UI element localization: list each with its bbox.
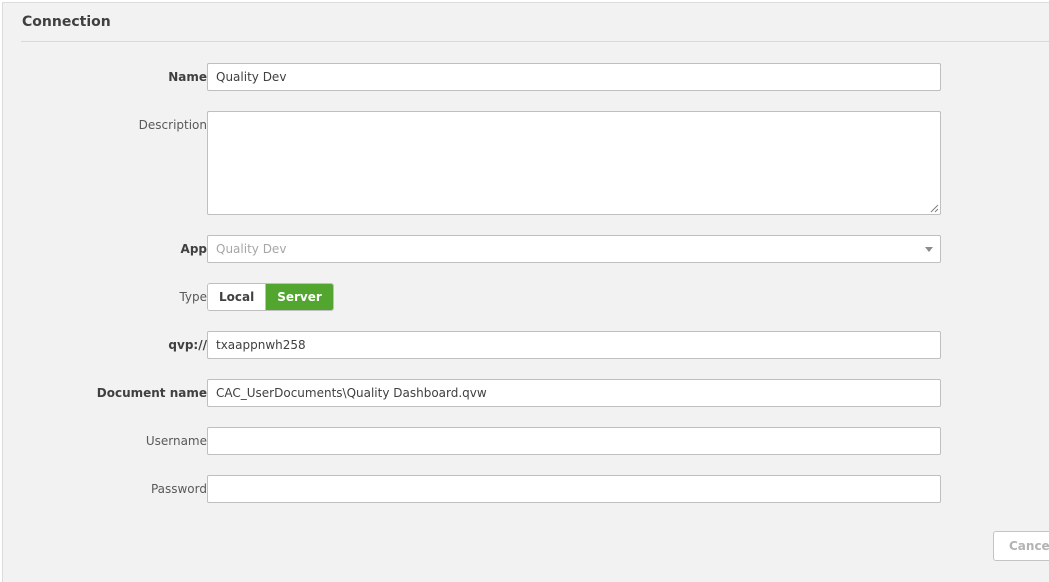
qvp-input[interactable]	[207, 331, 941, 359]
type-label: Type	[179, 290, 207, 304]
app-select-value: Quality Dev	[216, 242, 287, 256]
section-divider	[21, 41, 1049, 42]
document-name-label: Document name	[96, 386, 207, 400]
username-input[interactable]	[207, 427, 941, 455]
description-textarea[interactable]	[207, 111, 941, 215]
connection-panel: Connection Name Description App Quality …	[2, 2, 1049, 582]
cancel-button[interactable]: Cancel	[993, 531, 1049, 561]
name-input[interactable]	[207, 63, 941, 91]
type-local-button[interactable]: Local	[208, 284, 267, 310]
app-label: App	[180, 242, 207, 256]
type-server-button[interactable]: Server	[266, 284, 333, 310]
chevron-down-icon	[925, 247, 933, 252]
password-label: Password	[150, 482, 207, 496]
qvp-label: qvp://	[168, 338, 207, 352]
document-name-input[interactable]	[207, 379, 941, 407]
type-toggle: Local Server	[207, 283, 334, 311]
password-input[interactable]	[207, 475, 941, 503]
section-title: Connection	[22, 14, 111, 30]
app-select[interactable]: Quality Dev	[207, 235, 941, 263]
name-label: Name	[168, 70, 207, 84]
resize-grip-icon[interactable]	[929, 203, 939, 213]
username-label: Username	[145, 434, 207, 448]
description-label: Description	[138, 118, 207, 132]
